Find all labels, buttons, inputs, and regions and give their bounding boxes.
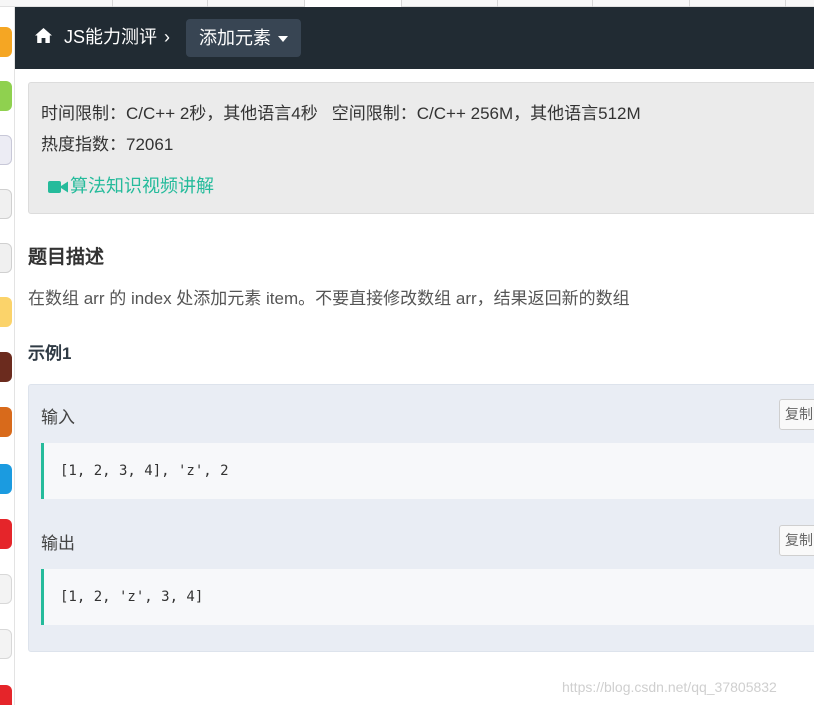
video-link-label: 算法知识视频讲解 (70, 176, 214, 196)
watermark: https://blog.csdn.net/qq_37805832 (562, 679, 777, 695)
browser-tab-strip (0, 0, 814, 7)
app-icon[interactable] (0, 81, 12, 111)
video-camera-icon (48, 178, 68, 199)
limits-panel: 时间限制：C/C++ 2秒，其他语言4秒 空间限制：C/C++ 256M，其他语言… (28, 82, 814, 214)
input-code-block: [1, 2, 3, 4], 'z', 2 (41, 443, 814, 499)
breadcrumb-separator-icon: › (164, 27, 170, 47)
time-limit: 时间限制：C/C++ 2秒，其他语言4秒 (41, 104, 318, 123)
browser-tab[interactable] (113, 0, 208, 7)
app-icon[interactable] (0, 464, 12, 494)
problem-description: 在数组 arr 的 index 处添加元素 item。不要直接修改数组 arr，… (28, 289, 630, 308)
app-icon[interactable] (0, 629, 12, 659)
browser-tab[interactable] (498, 0, 593, 7)
problem-title-dropdown[interactable]: 添加元素 (186, 19, 301, 57)
browser-tab[interactable] (690, 0, 786, 7)
space-limit: 空间限制：C/C++ 256M，其他语言512M (331, 104, 641, 123)
example-title: 示例1 (28, 344, 72, 363)
app-icon[interactable] (0, 135, 12, 165)
app-icon[interactable] (0, 685, 12, 705)
output-code-block: [1, 2, 'z', 3, 4] (41, 569, 814, 625)
browser-tab[interactable] (593, 0, 690, 7)
app-icon[interactable] (0, 407, 12, 437)
browser-tab[interactable] (402, 0, 498, 7)
browser-tab[interactable] (208, 0, 305, 7)
app-icon[interactable] (0, 352, 12, 382)
section-title: 题目描述 (28, 247, 105, 268)
problem-title: 添加元素 (199, 28, 271, 48)
output-label: 输出 (41, 534, 75, 553)
app-icon[interactable] (0, 27, 12, 57)
browser-tab-active[interactable] (305, 0, 402, 7)
copy-output-button[interactable]: 复制 (779, 525, 814, 556)
app-icon[interactable] (0, 574, 12, 604)
home-icon[interactable] (34, 27, 53, 44)
app-icon[interactable] (0, 519, 12, 549)
browser-tab[interactable] (0, 0, 113, 7)
heat-index: 热度指数：72061 (41, 135, 174, 154)
video-explanation-link[interactable]: 算法知识视频讲解 (48, 172, 214, 199)
app-dock (0, 7, 15, 705)
copy-input-button[interactable]: 复制 (779, 399, 814, 430)
top-header: JS能力测评 › 添加元素 (15, 7, 814, 69)
app-icon[interactable] (0, 189, 12, 219)
input-label: 输入 (41, 408, 75, 427)
app-icon[interactable] (0, 297, 12, 327)
app-icon[interactable] (0, 243, 12, 273)
limits-row: 时间限制：C/C++ 2秒，其他语言4秒 空间限制：C/C++ 256M，其他语言… (41, 99, 655, 124)
breadcrumb-link[interactable]: JS能力测评 (64, 26, 157, 48)
example-panel: 输入 复制 [1, 2, 3, 4], 'z', 2 输出 复制 [1, 2, … (28, 384, 814, 652)
caret-down-icon (278, 36, 288, 42)
